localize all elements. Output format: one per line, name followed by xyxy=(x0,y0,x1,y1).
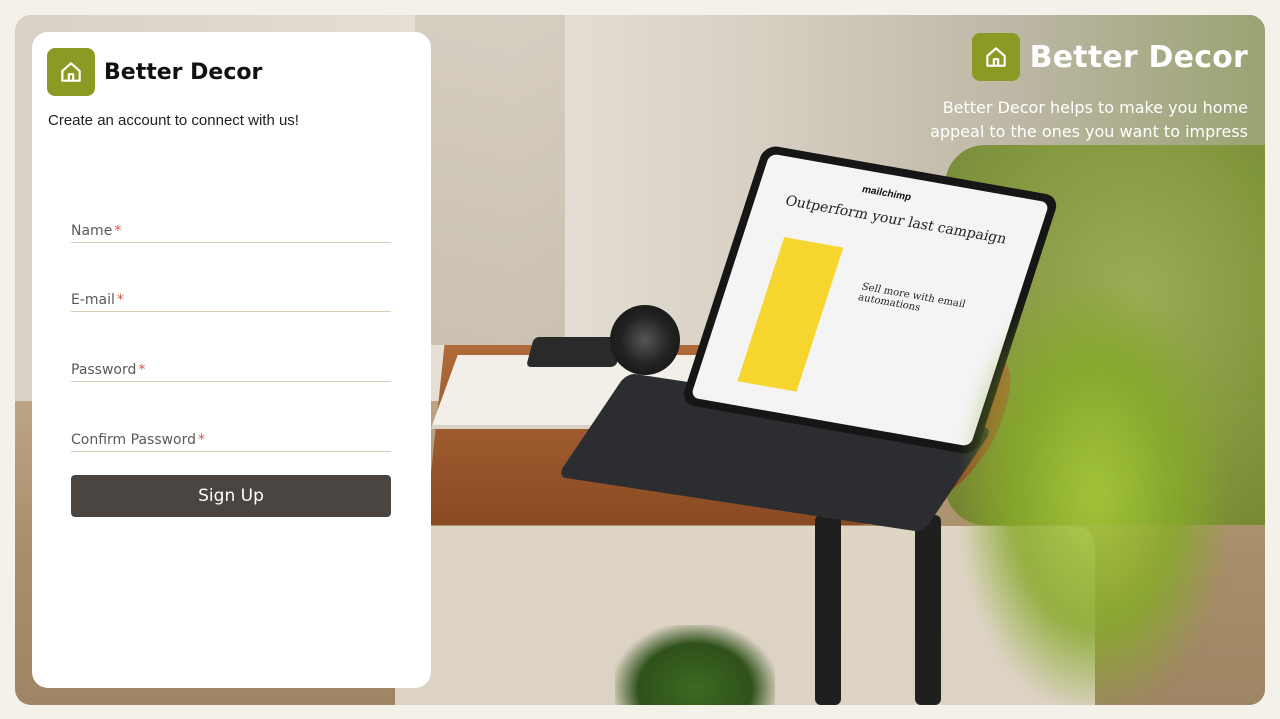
tablet-screen-card xyxy=(737,237,844,392)
password-field[interactable]: Password * xyxy=(71,353,391,382)
tablet-screen-headline: Outperform your last campaign xyxy=(783,193,1009,248)
tablet-screen-subhead: Sell more with email automations xyxy=(856,281,967,314)
hero-brand: Better Decor xyxy=(971,33,1248,81)
form-subtitle: Create an account to connect with us! xyxy=(48,112,299,129)
sign-up-button[interactable]: Sign Up xyxy=(71,475,391,517)
hero-shelf xyxy=(415,15,565,345)
signup-card: Better Decor Create an account to connec… xyxy=(32,32,431,688)
hero-camera xyxy=(610,305,680,375)
hero-tagline: Better Decor helps to make you home appe… xyxy=(930,98,1248,141)
confirm-password-field[interactable]: Confirm Password * xyxy=(71,423,391,452)
card-brand-name: Better Decor xyxy=(104,59,263,85)
email-field[interactable]: E-mail * xyxy=(71,283,391,312)
hero-table-leg xyxy=(815,515,841,705)
home-icon xyxy=(47,48,95,96)
hero-table-leg xyxy=(915,515,941,705)
hero-brand-name: Better Decor xyxy=(1029,39,1248,75)
card-brand: Better Decor xyxy=(47,48,262,96)
hero-plant xyxy=(615,625,775,705)
tablet-screen-logo: mailchimp xyxy=(860,184,913,204)
name-field[interactable]: Name * xyxy=(71,214,391,243)
hero-leaf xyxy=(965,285,1225,705)
home-icon xyxy=(971,33,1020,81)
